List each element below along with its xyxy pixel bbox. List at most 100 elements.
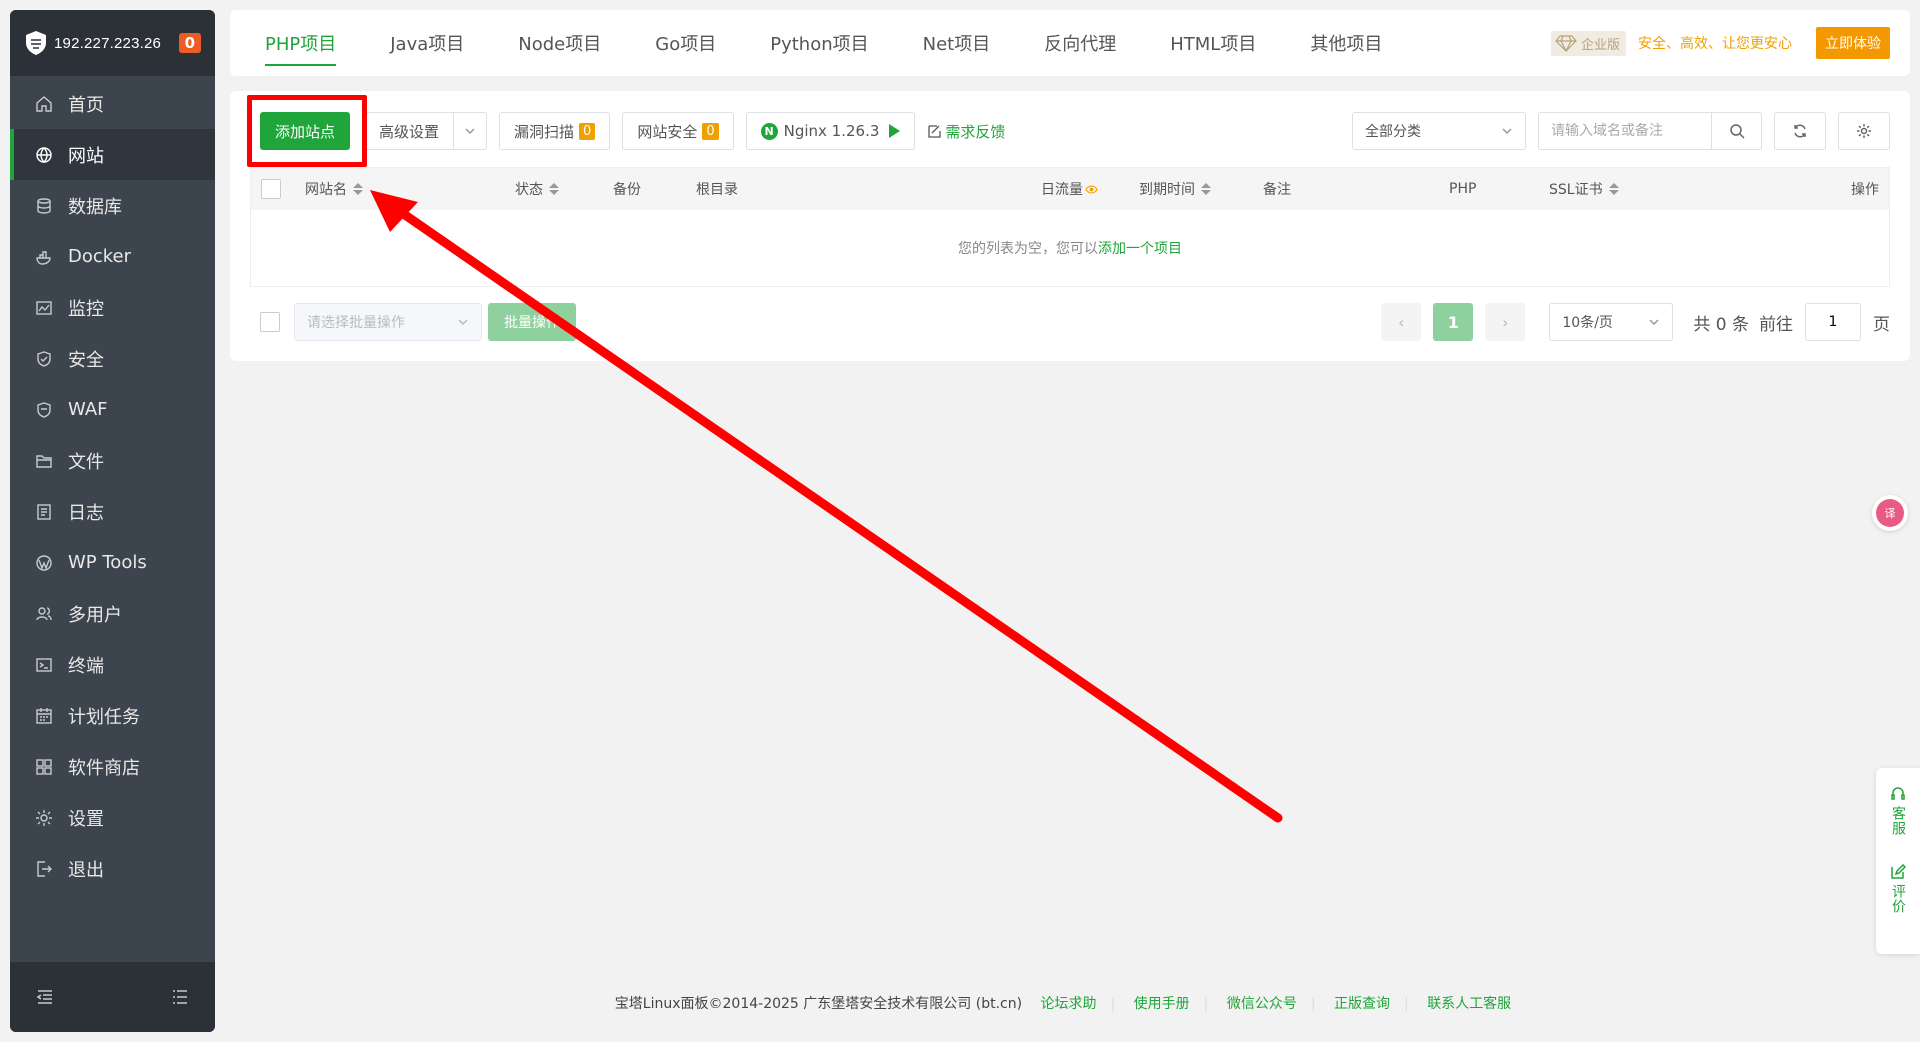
sidebar-item-website[interactable]: 网站 xyxy=(10,129,215,180)
project-tabs-bar: PHP项目 Java项目 Node项目 Go项目 Python项目 Net项目 … xyxy=(230,10,1910,76)
col-php: PHP xyxy=(1449,181,1477,197)
col-backup: 备份 xyxy=(613,182,641,198)
customer-service-button[interactable]: 客服 xyxy=(1890,786,1906,836)
collapse-sidebar-icon[interactable] xyxy=(36,988,54,1006)
tab-java[interactable]: Java项目 xyxy=(363,10,491,76)
col-site-name[interactable]: 网站名 xyxy=(305,179,363,199)
sort-icon xyxy=(549,183,559,195)
sort-icon xyxy=(1608,183,1619,195)
tab-net[interactable]: Net项目 xyxy=(896,10,1018,76)
sidebar-item-monitor[interactable]: 监控 xyxy=(10,282,215,333)
footer-link-support[interactable]: 联系人工客服 xyxy=(1427,996,1511,1012)
terminal-icon xyxy=(34,655,54,675)
search-button[interactable] xyxy=(1712,112,1762,150)
tab-go[interactable]: Go项目 xyxy=(628,10,743,76)
sidebar-item-waf[interactable]: WAF xyxy=(10,384,215,435)
try-now-button[interactable]: 立即体验 xyxy=(1816,27,1890,59)
footer-link-wechat[interactable]: 微信公众号 xyxy=(1227,996,1297,1012)
pagination: ‹ 1 › 10条/页 共 0 条 前往 页 xyxy=(1381,303,1890,341)
monitor-icon xyxy=(34,298,54,318)
sidebar-item-cron[interactable]: 计划任务 xyxy=(10,690,215,741)
enterprise-tag: 企业版 xyxy=(1550,30,1626,56)
sidebar-item-label: 日志 xyxy=(68,502,104,524)
prev-page-button[interactable]: ‹ xyxy=(1381,303,1422,341)
advanced-settings-dropdown: 高级设置 xyxy=(364,112,488,150)
add-project-link[interactable]: 添加一个项目 xyxy=(1098,241,1182,257)
page-size-select[interactable]: 10条/页 xyxy=(1549,303,1674,341)
users-icon xyxy=(34,604,54,624)
sidebar-item-wp-tools[interactable]: WP Tools xyxy=(10,537,215,588)
database-icon xyxy=(34,196,54,216)
tab-node[interactable]: Node项目 xyxy=(491,10,628,76)
advanced-settings-button[interactable]: 高级设置 xyxy=(364,112,455,150)
batch-operation-select[interactable]: 请选择批量操作 xyxy=(294,303,482,341)
sidebar-item-logs[interactable]: 日志 xyxy=(10,486,215,537)
footer-link-manual[interactable]: 使用手册 xyxy=(1134,996,1190,1012)
col-expiry[interactable]: 到期时间 xyxy=(1139,179,1211,199)
diamond-icon xyxy=(1555,35,1577,52)
vuln-count-badge: 0 xyxy=(579,122,596,140)
table-footer: 请选择批量操作 批量操作 ‹ 1 › 10条/页 共 0 条 前往 页 xyxy=(250,302,1890,342)
sidebar-item-settings[interactable]: 设置 xyxy=(10,792,215,843)
col-ssl[interactable]: SSL证书 xyxy=(1549,179,1619,199)
server-ip[interactable]: 192.227.223.26 xyxy=(54,35,179,52)
nginx-icon: N xyxy=(760,122,778,140)
col-status[interactable]: 状态 xyxy=(515,179,559,199)
sidebar-item-store[interactable]: 软件商店 xyxy=(10,741,215,792)
select-all-checkbox[interactable] xyxy=(261,179,281,199)
sidebar-item-label: 设置 xyxy=(68,808,104,830)
home-icon xyxy=(34,94,54,114)
batch-operation-button[interactable]: 批量操作 xyxy=(488,303,576,341)
footer-link-genuine[interactable]: 正版查询 xyxy=(1334,996,1390,1012)
tab-reverse-proxy[interactable]: 反向代理 xyxy=(1017,10,1143,76)
add-site-button[interactable]: 添加站点 xyxy=(260,112,351,150)
sidebar-item-terminal[interactable]: 终端 xyxy=(10,639,215,690)
sidebar-item-files[interactable]: 文件 xyxy=(10,435,215,486)
promo-slogan: 安全、高效、让您更安心 xyxy=(1638,36,1792,52)
feedback-icon xyxy=(928,124,942,138)
tab-other[interactable]: 其他项目 xyxy=(1283,10,1409,76)
list-menu-icon[interactable] xyxy=(171,988,189,1006)
search-input[interactable] xyxy=(1538,112,1712,150)
sidebar-item-security[interactable]: 安全 xyxy=(10,333,215,384)
refresh-button[interactable] xyxy=(1774,112,1826,150)
nginx-status-button[interactable]: N Nginx 1.26.3 xyxy=(745,112,916,150)
wordpress-icon xyxy=(34,553,54,573)
enterprise-promo: 企业版 安全、高效、让您更安心 立即体验 xyxy=(1550,27,1890,59)
tab-python[interactable]: Python项目 xyxy=(743,10,895,76)
tab-html[interactable]: HTML项目 xyxy=(1143,10,1283,76)
sidebar-item-docker[interactable]: Docker xyxy=(10,231,215,282)
logout-icon xyxy=(34,859,54,879)
bt-logo-icon xyxy=(26,31,46,55)
toolbar-right: 全部分类 xyxy=(1352,112,1890,150)
vuln-scan-button[interactable]: 漏洞扫描 0 xyxy=(499,112,611,150)
goto-page-input[interactable] xyxy=(1805,303,1861,341)
col-daily-traffic[interactable]: 日流量 xyxy=(1041,179,1098,199)
total-count: 共 0 条 xyxy=(1693,314,1749,335)
sidebar-item-label: 网站 xyxy=(68,145,104,167)
review-button[interactable]: 评价 xyxy=(1890,864,1906,914)
col-actions: 操作 xyxy=(1851,182,1879,198)
chevron-down-icon xyxy=(1502,128,1512,135)
next-page-button[interactable]: › xyxy=(1485,303,1526,341)
batch-checkbox[interactable] xyxy=(260,312,280,332)
refresh-icon xyxy=(1794,124,1806,138)
sidebar-item-home[interactable]: 首页 xyxy=(10,78,215,129)
settings-button[interactable] xyxy=(1838,112,1890,150)
sidebar-item-label: 文件 xyxy=(68,451,104,473)
translate-float-button[interactable]: 译 xyxy=(1872,495,1908,531)
headset-icon xyxy=(1891,787,1905,800)
sidebar-item-database[interactable]: 数据库 xyxy=(10,180,215,231)
advanced-settings-caret[interactable] xyxy=(454,112,488,150)
current-page[interactable]: 1 xyxy=(1433,303,1474,341)
waf-icon xyxy=(34,400,54,420)
feedback-link[interactable]: 需求反馈 xyxy=(927,121,1005,142)
sidebar-item-logout[interactable]: 退出 xyxy=(10,843,215,894)
notification-badge[interactable]: 0 xyxy=(178,33,201,53)
tab-php[interactable]: PHP项目 xyxy=(238,10,363,76)
site-security-button[interactable]: 网站安全 0 xyxy=(622,112,734,150)
category-select[interactable]: 全部分类 xyxy=(1352,112,1526,150)
sidebar-item-label: 退出 xyxy=(68,859,104,881)
sidebar-item-multi-user[interactable]: 多用户 xyxy=(10,588,215,639)
footer-link-forum[interactable]: 论坛求助 xyxy=(1041,996,1097,1012)
